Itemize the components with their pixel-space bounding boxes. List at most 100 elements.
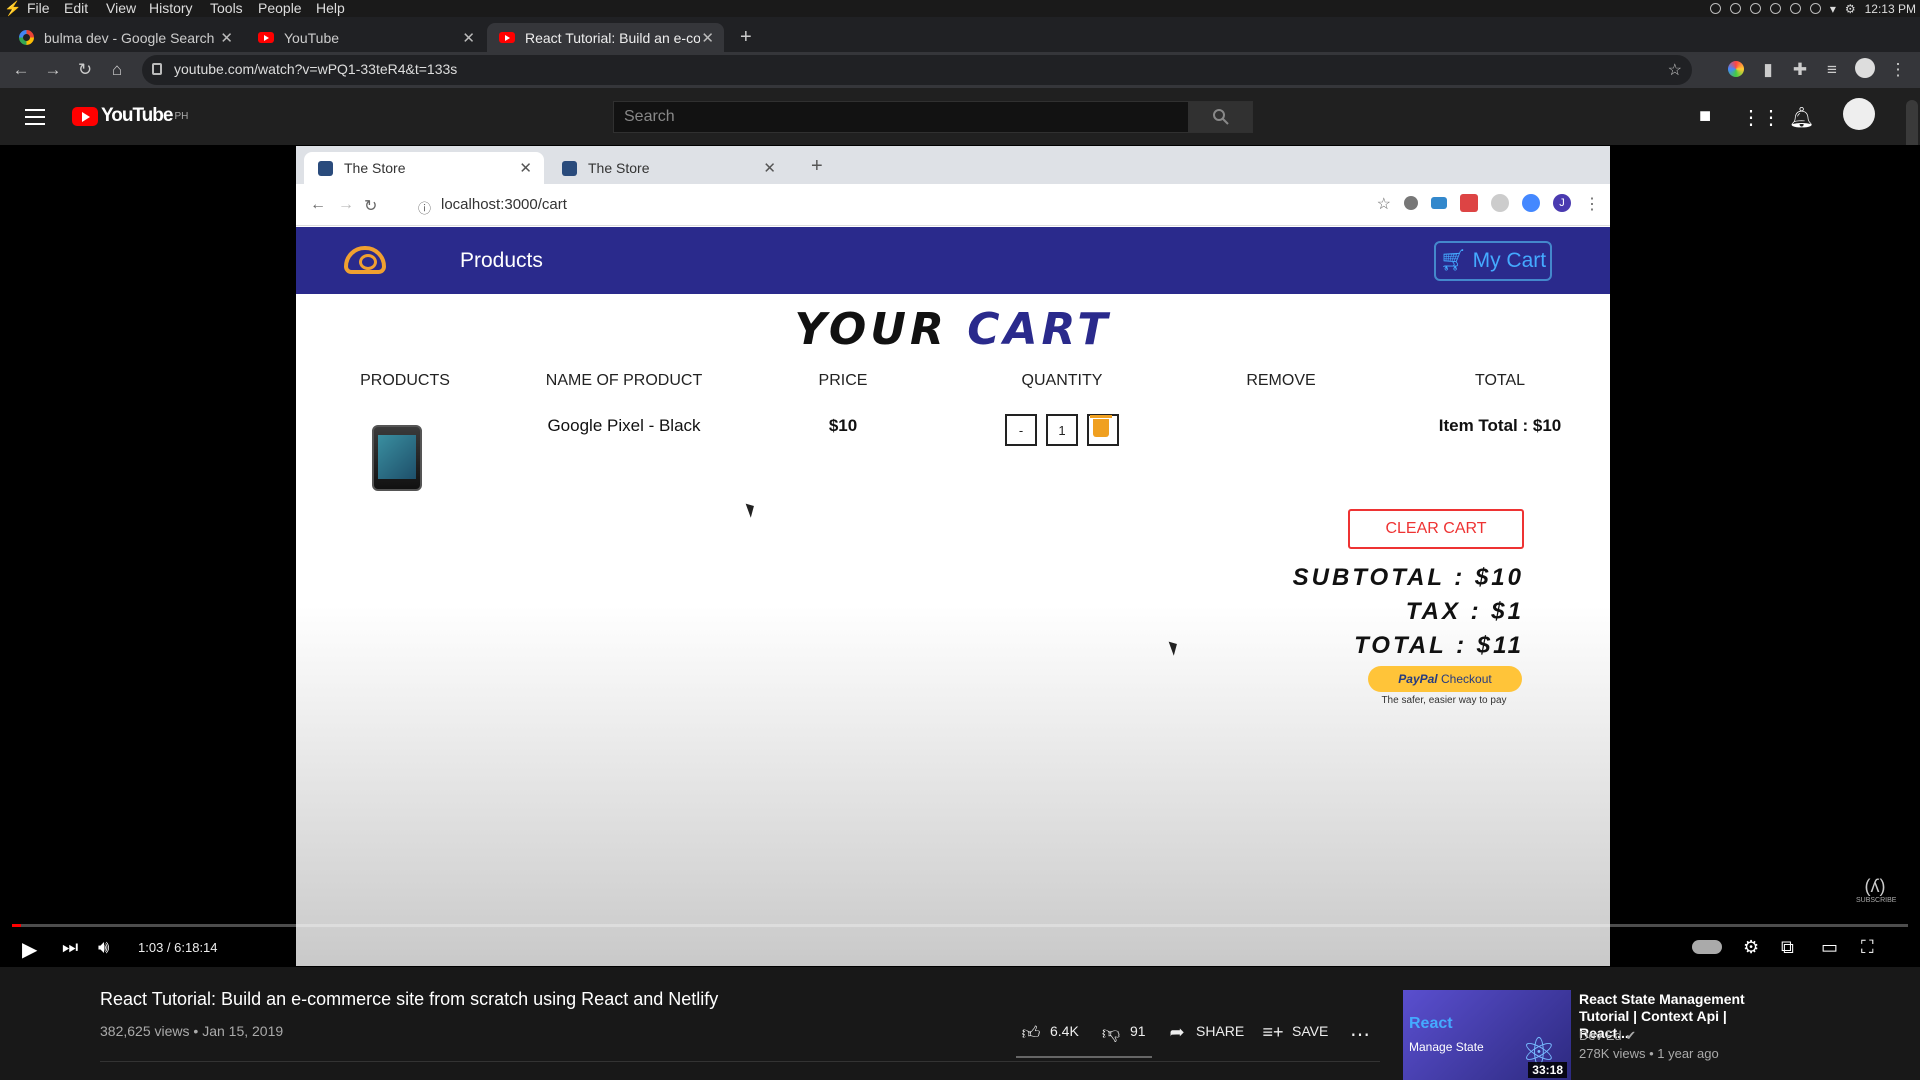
inner-tab-title: The Store (344, 160, 406, 176)
mouse-cursor (745, 501, 758, 518)
menu-help[interactable]: Help (316, 0, 345, 17)
watermark-text: SUBSCRIBE (1856, 897, 1897, 904)
tray-record-icon[interactable] (1709, 3, 1721, 14)
search-icon (1213, 109, 1229, 125)
youtube-logo[interactable]: YouTube PH (72, 105, 188, 127)
youtube-header: YouTube PH Search ■ ⋮⋮ 🔔︎ (0, 88, 1920, 145)
tax-text: TAX : $1 (1405, 598, 1524, 625)
new-tab-icon[interactable]: + (740, 26, 752, 49)
reload-icon: ↻ (364, 198, 378, 215)
theater-mode-icon[interactable]: ▭ (1821, 937, 1838, 958)
reload-icon[interactable]: ↻ (75, 60, 95, 80)
fullscreen-icon[interactable]: ⛶ (1861, 937, 1874, 958)
apps-grid-icon[interactable]: ⋮⋮ (1741, 105, 1781, 129)
extension-icon[interactable]: ▮ (1758, 60, 1778, 80)
column-header-quantity: QUANTITY (1021, 372, 1103, 389)
share-icon: ➦ (1169, 1022, 1185, 1042)
thumbnail-text: React (1409, 1015, 1453, 1032)
product-image (372, 425, 422, 491)
like-button[interactable]: 👍︎ 6.4K (1020, 1022, 1079, 1043)
menu-tools[interactable]: Tools (210, 0, 243, 17)
tab-react-tutorial[interactable]: React Tutorial: Build an e-com ✕ (487, 23, 724, 52)
address-bar[interactable]: youtube.com/watch?v=wPQ1-33teR4&t=133s ☆ (142, 55, 1692, 85)
url-text[interactable]: youtube.com/watch?v=wPQ1-33teR4&t=133s (174, 61, 457, 77)
account-avatar[interactable] (1843, 98, 1875, 130)
tab-title: YouTube (284, 29, 340, 46)
dislike-button[interactable]: 👎︎ 91 (1100, 1022, 1146, 1043)
tab-google-search[interactable]: bulma dev - Google Search ✕ (18, 23, 243, 52)
forward-icon: → (338, 196, 354, 213)
progress-bar[interactable] (12, 924, 1908, 927)
autoplay-toggle[interactable] (1692, 940, 1722, 954)
volume-icon[interactable]: 🔊︎ (98, 937, 109, 958)
channel-watermark[interactable]: (ʎ) SUBSCRIBE (1856, 876, 1897, 914)
browser-menu-icon[interactable]: ⋮ (1888, 60, 1908, 80)
menu-view[interactable]: View (106, 0, 136, 17)
cart-title-word-2: CART (967, 304, 1112, 355)
os-logo-icon[interactable]: ⚡ (4, 0, 21, 17)
next-icon[interactable]: ⏭︎ (62, 937, 78, 958)
os-menu-bar: ⚡ File Edit View History Tools People He… (0, 0, 1920, 17)
clear-cart-button: CLEAR CART (1348, 509, 1524, 549)
search-input[interactable]: Search (613, 101, 1189, 133)
close-tab-icon[interactable]: ✕ (462, 29, 475, 47)
inner-url: localhost:3000/cart (441, 196, 567, 213)
create-video-icon[interactable]: ■ (1693, 105, 1717, 129)
tray-volume-icon[interactable] (1789, 3, 1801, 14)
product-name: Google Pixel - Black (547, 416, 701, 435)
video-duration: 33:18 (1528, 1062, 1567, 1078)
close-tab-icon: ✕ (763, 160, 776, 177)
lock-icon[interactable] (152, 63, 162, 75)
search-button[interactable] (1189, 101, 1253, 133)
extension-color-icon[interactable] (1728, 61, 1744, 77)
youtube-icon (499, 30, 515, 46)
back-icon[interactable]: ← (11, 60, 31, 80)
home-icon[interactable]: ⌂ (107, 60, 127, 80)
verified-check-icon: ✔ (1625, 1028, 1637, 1043)
miniplayer-icon[interactable]: ⧉ (1781, 937, 1794, 958)
tray-app-icon[interactable] (1729, 3, 1741, 14)
reading-list-icon[interactable]: ≡ (1822, 60, 1842, 80)
thumbs-up-icon: 👍︎ (1021, 1023, 1041, 1043)
my-cart-button: 🛒︎ My Cart (1434, 241, 1552, 281)
related-channel[interactable]: Dev Ed ✔ (1579, 1028, 1636, 1044)
profile-avatar[interactable] (1855, 58, 1875, 78)
inner-tab-store: The Store ✕ (304, 152, 544, 184)
menu-edit[interactable]: Edit (64, 0, 88, 17)
new-tab-icon: + (811, 155, 823, 177)
tab-youtube[interactable]: YouTube ✕ (258, 23, 485, 52)
play-icon[interactable]: ▶ (22, 937, 37, 962)
profile-avatar: J (1553, 194, 1571, 212)
tab-title: bulma dev - Google Search (44, 29, 215, 46)
share-button[interactable]: ➦ SHARE (1166, 1022, 1245, 1042)
iq-icon (1431, 197, 1447, 209)
channel-name: Dev Ed (1579, 1028, 1622, 1043)
tray-brightness-icon[interactable] (1769, 3, 1781, 14)
tray-settings-icon[interactable]: ⚙ (1845, 2, 1856, 16)
store-navbar: Products 🛒︎ My Cart (296, 227, 1610, 294)
forward-icon[interactable]: → (43, 60, 63, 80)
tray-dropdown-icon[interactable]: ▾ (1830, 2, 1836, 16)
column-header-products: PRODUCTS (360, 372, 450, 389)
tray-display-icon[interactable] (1809, 3, 1821, 14)
close-tab-icon[interactable]: ✕ (220, 29, 233, 47)
inner-tab-store-2: The Store ✕ (548, 152, 788, 184)
bookmark-star-icon[interactable]: ☆ (1668, 60, 1682, 80)
thumbnail-subtext: Manage State (1409, 1040, 1484, 1054)
hamburger-menu-icon[interactable] (25, 109, 45, 125)
menu-history[interactable]: History (149, 0, 193, 17)
settings-gear-icon[interactable]: ⚙ (1743, 937, 1759, 958)
save-button[interactable]: ≡+ SAVE (1262, 1022, 1328, 1042)
more-actions-icon[interactable]: ⋯ (1350, 1022, 1370, 1047)
tray-battery-icon[interactable] (1749, 3, 1761, 14)
menu-file[interactable]: File (27, 0, 50, 17)
react-icon (562, 161, 577, 176)
related-video-thumbnail[interactable]: React Manage State ⚛ 33:18 (1403, 990, 1571, 1080)
video-frame[interactable]: The Store ✕ The Store ✕ + ← → ↻ ⓘ localh… (296, 146, 1610, 966)
menu-people[interactable]: People (258, 0, 302, 17)
extensions-puzzle-icon[interactable]: ✚ (1790, 60, 1810, 80)
info-icon: ⓘ (418, 201, 432, 216)
notifications-bell-icon[interactable]: 🔔︎ (1789, 105, 1814, 129)
close-tab-icon[interactable]: ✕ (701, 29, 714, 47)
share-label: SHARE (1196, 1023, 1245, 1039)
